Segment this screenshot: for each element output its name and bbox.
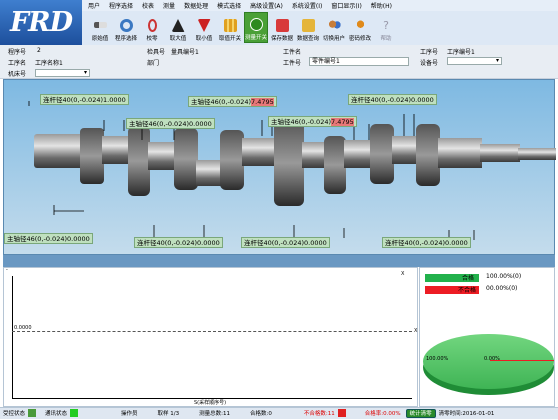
caliper-icon [93, 22, 107, 28]
operator-label: 操作员 [121, 410, 138, 417]
work-label: 工序名 [8, 60, 27, 67]
pass-rate-panel: 合格 100.00%(0) 不合格 00.00%(0) 100.00% 0.00… [419, 267, 555, 407]
pie-fail-percent: 0.00% [484, 356, 500, 362]
grid-icon [223, 19, 237, 32]
tool-raw-button[interactable]: 原始值 [88, 12, 112, 43]
min-icon [197, 19, 211, 32]
fail-label: 不合格 [458, 287, 477, 294]
baseline-line [12, 331, 412, 332]
toolbar: 原始值 程序选择 校零 取大值 取小值 取值开关 测量开关 保存数据 数据查询 … [82, 12, 558, 45]
tool-switch-button[interactable]: 取值开关 [218, 12, 242, 43]
measure-tag-3[interactable]: 连杆径40(0,-0.024)0.0000 [348, 94, 437, 105]
tool-program-button[interactable]: 程序选择 [114, 12, 138, 43]
app-logo: FRD [0, 0, 82, 45]
menu-item-program[interactable]: 程序选择 [109, 1, 133, 10]
pass-rate: 合格率:0.00% [364, 410, 401, 417]
proc-no-label: 工序号 [420, 49, 439, 56]
baseline-end-mark: X [414, 328, 418, 334]
measure-tag-9[interactable]: 连杆径40(0,-0.024)0.0000 [382, 237, 471, 248]
pie-pass-percent: 100.00% [426, 356, 449, 362]
measure-tag-5[interactable]: 主轴径46(0,-0.024)7.4795 [268, 116, 357, 127]
menu-item-mode[interactable]: 模式选择 [217, 1, 241, 10]
users-icon [327, 19, 341, 32]
tool-measure-button[interactable]: 测量开关 [244, 12, 268, 43]
menu-item-window[interactable]: 窗口显示(I) [331, 1, 361, 10]
refresh-icon [119, 19, 133, 32]
menu-bar: 用户 程序选择 校表 测量 数据处理 模式选择 高级设置(A) 系统设置(I) … [82, 0, 558, 11]
dept-label: 部门 [147, 60, 160, 67]
pie-fail-slice [490, 360, 554, 361]
ctrl-status: 受控状态 [3, 410, 26, 417]
total-count: 测量总数:11 [199, 410, 231, 417]
crankshaft-image [28, 101, 556, 240]
machine-select[interactable] [35, 69, 90, 77]
pass-value: 100.00%(0) [486, 273, 522, 280]
menu-item-calibrate[interactable]: 校表 [142, 1, 154, 10]
fail-count: 不合格数:11 [303, 410, 335, 417]
x-axis-mark: X [401, 271, 405, 277]
fail-value: 00.00%(0) [486, 285, 518, 292]
tool-min-button[interactable]: 取小值 [192, 12, 216, 43]
comm-indicator [70, 409, 79, 417]
comm-status: 通讯状态 [45, 410, 68, 417]
max-icon [171, 19, 185, 32]
pass-label: 合格 [462, 275, 475, 282]
machine-label: 机床号 [8, 71, 27, 78]
equip-select[interactable] [447, 57, 502, 65]
tool-max-button[interactable]: 取大值 [166, 12, 190, 43]
measure-icon [249, 18, 263, 31]
info-panel: 程序号 2 工序名 工序名称1 机床号 检具号 量具编号1 部门 工件名 工件号… [0, 45, 558, 79]
measure-tag-6[interactable]: 主轴径46(0,-0.024)0.0000 [4, 233, 93, 244]
menu-item-advanced[interactable]: 高级设置(A) [250, 1, 283, 10]
ctrl-indicator [28, 409, 37, 417]
menu-item-system[interactable]: 系统设置(I) [292, 1, 322, 10]
equip-label: 设备号 [420, 60, 439, 67]
status-bar: 受控状态 通讯状态 操作员 取样 1/3 测量总数:11 合格数:0 不合格数:… [0, 407, 558, 419]
zero-icon [147, 19, 157, 32]
axis-strip [3, 255, 555, 267]
y-axis-line [12, 276, 13, 398]
program-no-label: 程序号 [8, 49, 27, 56]
menu-item-data[interactable]: 数据处理 [184, 1, 208, 10]
pass-count: 合格数:0 [250, 410, 272, 417]
baseline-value: 0.0000 [14, 325, 32, 331]
query-icon [301, 19, 315, 32]
measure-tag-4[interactable]: 主轴径46(0,-0.024)0.0000 [126, 118, 215, 129]
tool-query-button[interactable]: 数据查询 [296, 12, 320, 43]
tool-zero-button[interactable]: 校零 [140, 12, 164, 43]
sample-count: 取样 1/3 [157, 410, 180, 417]
gauge-value: 量具编号1 [171, 49, 199, 56]
measure-tag-2[interactable]: 主轴径46(0,-0.024)7.4795 [188, 96, 277, 107]
menu-item-help[interactable]: 帮助(H) [371, 1, 392, 10]
part-name-label: 工件名 [283, 49, 302, 56]
save-icon [275, 19, 289, 32]
menu-item-measure[interactable]: 测量 [163, 1, 175, 10]
clear-stats-button[interactable]: 统计清零 [405, 409, 436, 418]
part-no-label: 工件号 [283, 60, 302, 67]
tool-password-button[interactable]: 密码修改 [348, 12, 372, 43]
part-no-field[interactable]: 零件编号1 [309, 57, 409, 66]
trend-chart: - X 0.0000 X S(采样顺序号) [3, 267, 418, 407]
work-name-value: 工序名称1 [35, 60, 63, 67]
gauge-label: 检具号 [147, 49, 166, 56]
clear-time: 清零时间:2016-01-01 [438, 410, 495, 417]
measure-tag-1[interactable]: 连杆径40(0,-0.024)1.0000 [40, 94, 129, 105]
crankshaft-view: 连杆径40(0,-0.024)1.0000 主轴径46(0,-0.024)7.4… [3, 79, 556, 255]
y-axis-mark: - [6, 267, 8, 273]
measure-tag-7[interactable]: 连杆径40(0,-0.024)0.0000 [134, 237, 223, 248]
key-icon [353, 19, 367, 32]
tool-user-button[interactable]: 切换用户 [322, 12, 346, 43]
proc-no-value: 工序编号1 [447, 49, 475, 56]
fail-indicator [337, 409, 346, 417]
measure-tag-8[interactable]: 连杆径40(0,-0.024)0.0000 [241, 237, 330, 248]
tool-help-button[interactable]: ? 帮助 [374, 12, 398, 43]
x-axis-caption: S(采样顺序号) [194, 400, 227, 406]
menu-item-user[interactable]: 用户 [88, 1, 100, 10]
tool-save-button[interactable]: 保存数据 [270, 12, 294, 43]
help-icon: ? [383, 19, 389, 32]
program-no-value: 2 [37, 47, 41, 54]
